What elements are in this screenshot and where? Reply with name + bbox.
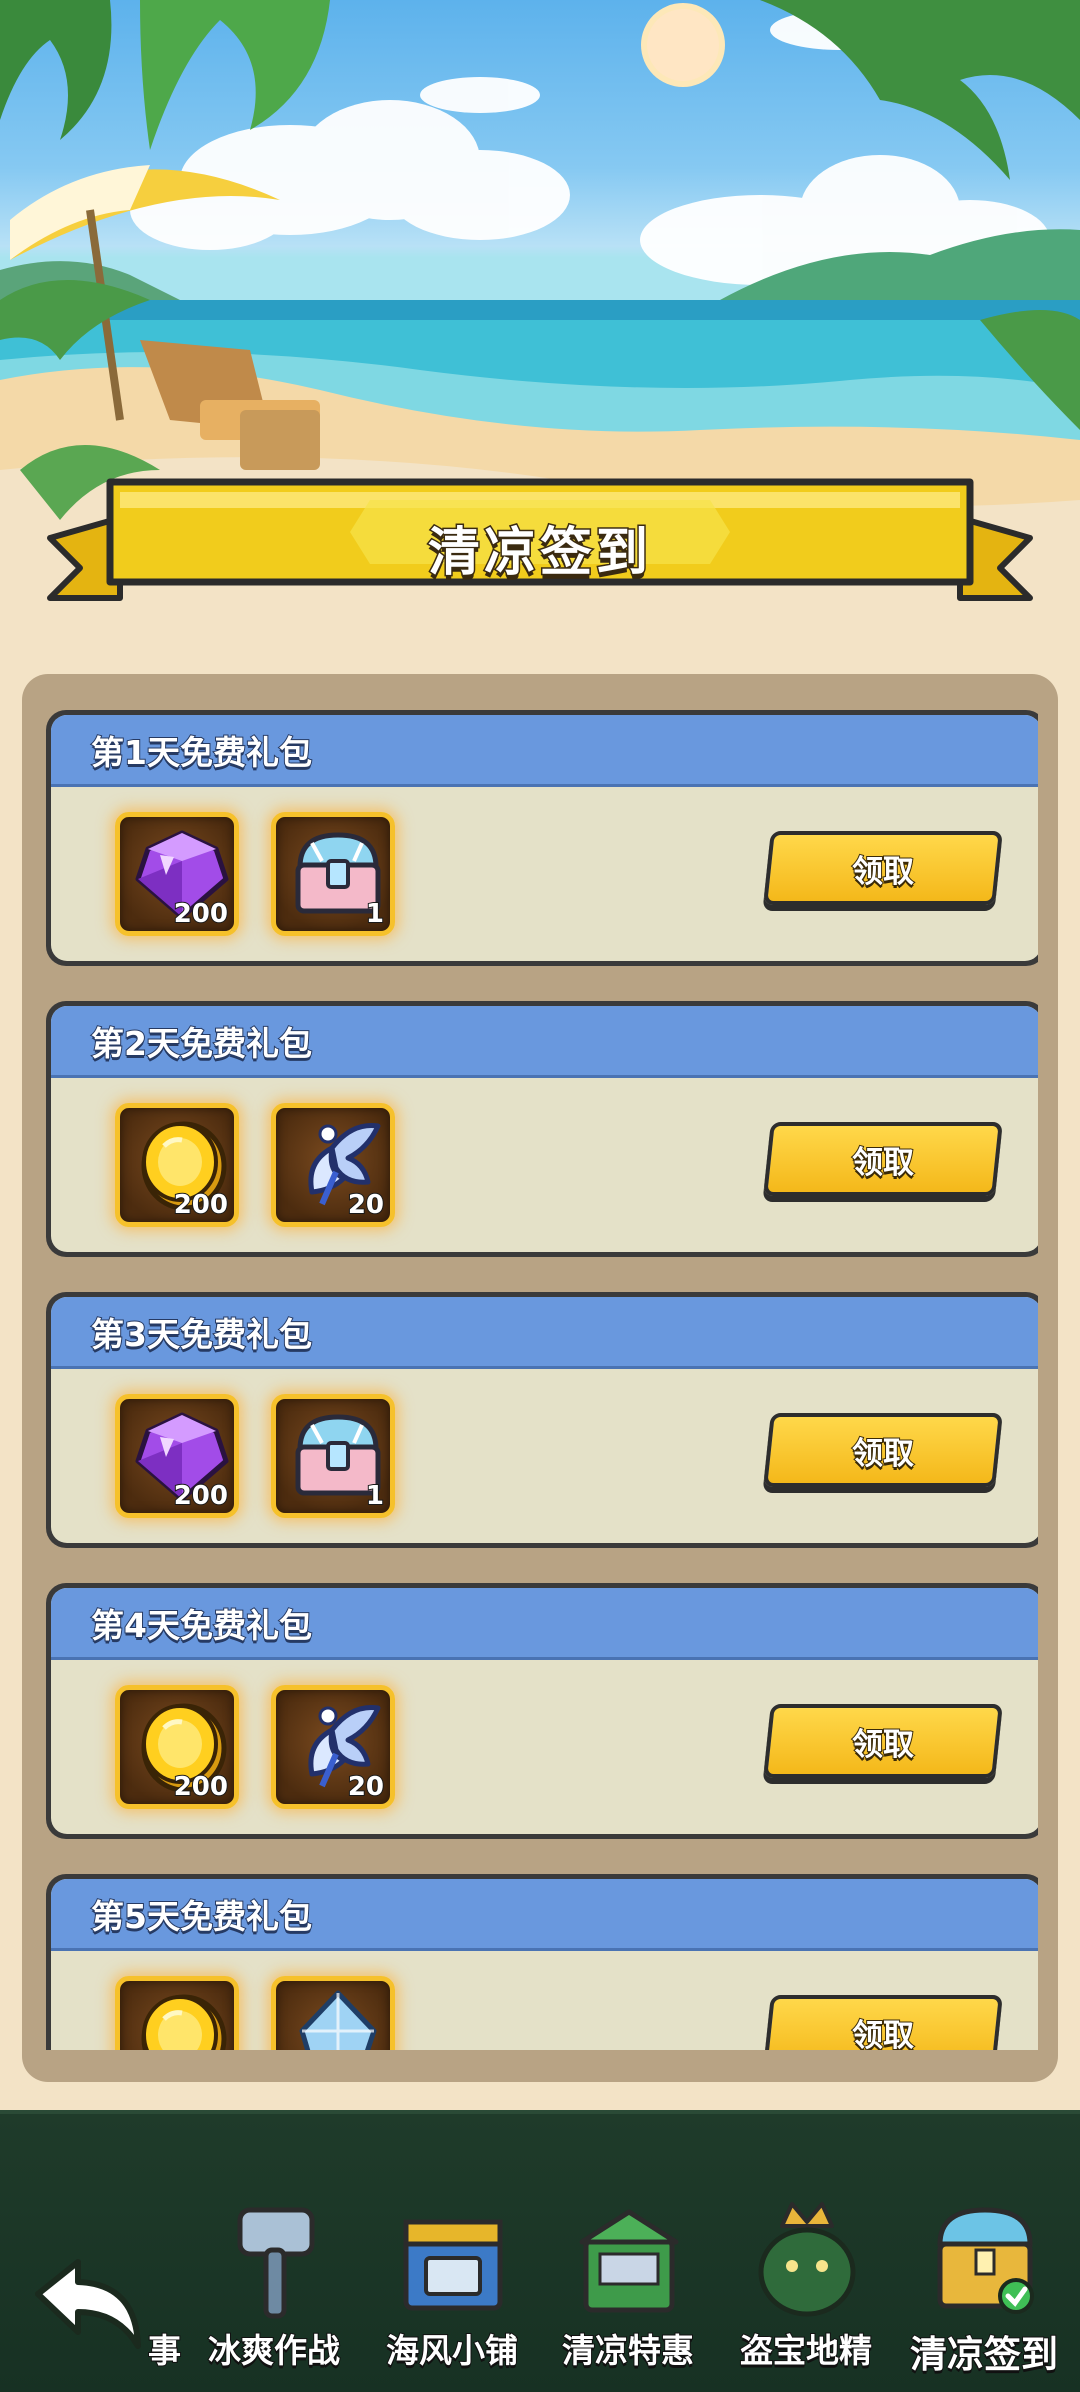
reward-list: 200 20 bbox=[115, 1103, 395, 1227]
day-card-header: 第5天免费礼包 bbox=[51, 1879, 1038, 1951]
checkin-chest-icon bbox=[937, 2207, 1034, 2314]
reward-quantity: 20 bbox=[347, 1771, 385, 1803]
reward-slot[interactable]: 200 bbox=[115, 1685, 239, 1809]
day-card-body: 第3天免费礼包 200 1 领取 bbox=[51, 1297, 1038, 1543]
nav-partial-label: 事 bbox=[147, 2330, 182, 2371]
day-card-body: 第1天免费礼包 200 1 领取 bbox=[51, 715, 1038, 961]
gift-box-icon bbox=[579, 2209, 679, 2313]
day-list[interactable]: 第1天免费礼包 200 1 领取 第2天免费礼包 200 20 领取 第3天免费礼包 200 1 领取… bbox=[46, 710, 1038, 2050]
reward-quantity: 200 bbox=[173, 1771, 229, 1803]
reward-list: 200 1 bbox=[115, 1394, 395, 1518]
reward-quantity: 200 bbox=[173, 1189, 229, 1221]
day-card-header: 第4天免费礼包 bbox=[51, 1588, 1038, 1660]
nav-item-ice-battle[interactable]: 冰爽作战 bbox=[186, 2200, 362, 2380]
day-card: 第5天免费礼包领取 bbox=[46, 1874, 1038, 2050]
day-card: 第3天免费礼包 200 1 领取 bbox=[46, 1292, 1038, 1548]
reward-slot[interactable]: 200 bbox=[115, 1103, 239, 1227]
nav-label: 冰爽作战 bbox=[207, 2330, 341, 2371]
day-card-header: 第3天免费礼包 bbox=[51, 1297, 1038, 1369]
nav-item-checkin[interactable]: 清凉签到 bbox=[896, 2200, 1072, 2380]
day-card-title: 第2天免费礼包 bbox=[90, 1023, 313, 1064]
back-arrow-icon bbox=[35, 2259, 141, 2349]
nav-item-treasure-goblin[interactable]: 盗宝地精 bbox=[718, 2200, 894, 2380]
reward-slot[interactable]: 20 bbox=[271, 1103, 395, 1227]
beach-background bbox=[0, 0, 1080, 560]
day-card-body: 第2天免费礼包 200 20 领取 bbox=[51, 1006, 1038, 1252]
reward-slot[interactable]: 200 bbox=[115, 1394, 239, 1518]
reward-quantity: 1 bbox=[365, 1480, 385, 1512]
day-card-title: 第5天免费礼包 bbox=[90, 1896, 313, 1937]
reward-quantity: 20 bbox=[347, 1189, 385, 1221]
claim-button[interactable]: 领取 bbox=[763, 831, 1003, 905]
claim-button-label: 领取 bbox=[851, 1435, 915, 1473]
claim-button-label: 领取 bbox=[851, 853, 915, 891]
day-card-header: 第2天免费礼包 bbox=[51, 1006, 1038, 1078]
claim-button[interactable]: 领取 bbox=[763, 1122, 1003, 1196]
day-card: 第1天免费礼包 200 1 领取 bbox=[46, 710, 1038, 966]
goblin-king-icon bbox=[758, 2202, 856, 2317]
reward-quantity: 200 bbox=[173, 898, 229, 930]
reward-list bbox=[115, 1976, 395, 2050]
claim-button-label: 领取 bbox=[851, 2017, 915, 2051]
hammer-icon bbox=[237, 2207, 315, 2319]
back-button[interactable] bbox=[28, 2254, 148, 2364]
reward-quantity: 200 bbox=[173, 1480, 229, 1512]
day-card-title: 第1天免费礼包 bbox=[90, 732, 313, 773]
nav-item-cool-deals[interactable]: 清凉特惠 bbox=[540, 2200, 716, 2380]
nav-item-sea-breeze-shop[interactable]: 海风小铺 bbox=[364, 2200, 540, 2380]
claim-button-label: 领取 bbox=[851, 1144, 915, 1182]
claim-button[interactable]: 领取 bbox=[763, 1413, 1003, 1487]
reward-slot[interactable]: 20 bbox=[271, 1685, 395, 1809]
claim-button[interactable]: 领取 bbox=[763, 1704, 1003, 1778]
bottom-nav: 事 冰爽作战 海风小铺 清凉特惠 盗宝地精 清凉签到 bbox=[0, 2110, 1080, 2392]
reward-list: 200 20 bbox=[115, 1685, 395, 1809]
nav-label: 盗宝地精 bbox=[739, 2330, 873, 2371]
title-banner: 清凉签到 bbox=[40, 478, 1040, 618]
day-card-title: 第4天免费礼包 bbox=[90, 1605, 313, 1646]
reward-slot[interactable]: 1 bbox=[271, 812, 395, 936]
day-card-body: 第5天免费礼包领取 bbox=[51, 1879, 1038, 2050]
reward-list: 200 1 bbox=[115, 812, 395, 936]
checkin-panel: 第1天免费礼包 200 1 领取 第2天免费礼包 200 20 领取 第3天免费礼包 200 1 领取… bbox=[22, 674, 1058, 2082]
nav-label: 清凉签到 bbox=[909, 2332, 1059, 2377]
reward-quantity: 1 bbox=[365, 898, 385, 930]
page-title: 清凉签到 bbox=[426, 522, 652, 585]
reward-slot[interactable]: 200 bbox=[115, 812, 239, 936]
nav-label: 海风小铺 bbox=[385, 2330, 519, 2371]
reward-slot[interactable] bbox=[271, 1976, 395, 2050]
shop-stall-icon bbox=[403, 2219, 503, 2311]
claim-button[interactable]: 领取 bbox=[763, 1995, 1003, 2050]
day-card: 第2天免费礼包 200 20 领取 bbox=[46, 1001, 1038, 1257]
day-card-body: 第4天免费礼包 200 20 领取 bbox=[51, 1588, 1038, 1834]
day-card: 第4天免费礼包 200 20 领取 bbox=[46, 1583, 1038, 1839]
day-card-header: 第1天免费礼包 bbox=[51, 715, 1038, 787]
reward-slot[interactable] bbox=[115, 1976, 239, 2050]
nav-label: 清凉特惠 bbox=[561, 2330, 695, 2371]
day-card-title: 第3天免费礼包 bbox=[90, 1314, 313, 1355]
reward-slot[interactable]: 1 bbox=[271, 1394, 395, 1518]
claim-button-label: 领取 bbox=[851, 1726, 915, 1764]
